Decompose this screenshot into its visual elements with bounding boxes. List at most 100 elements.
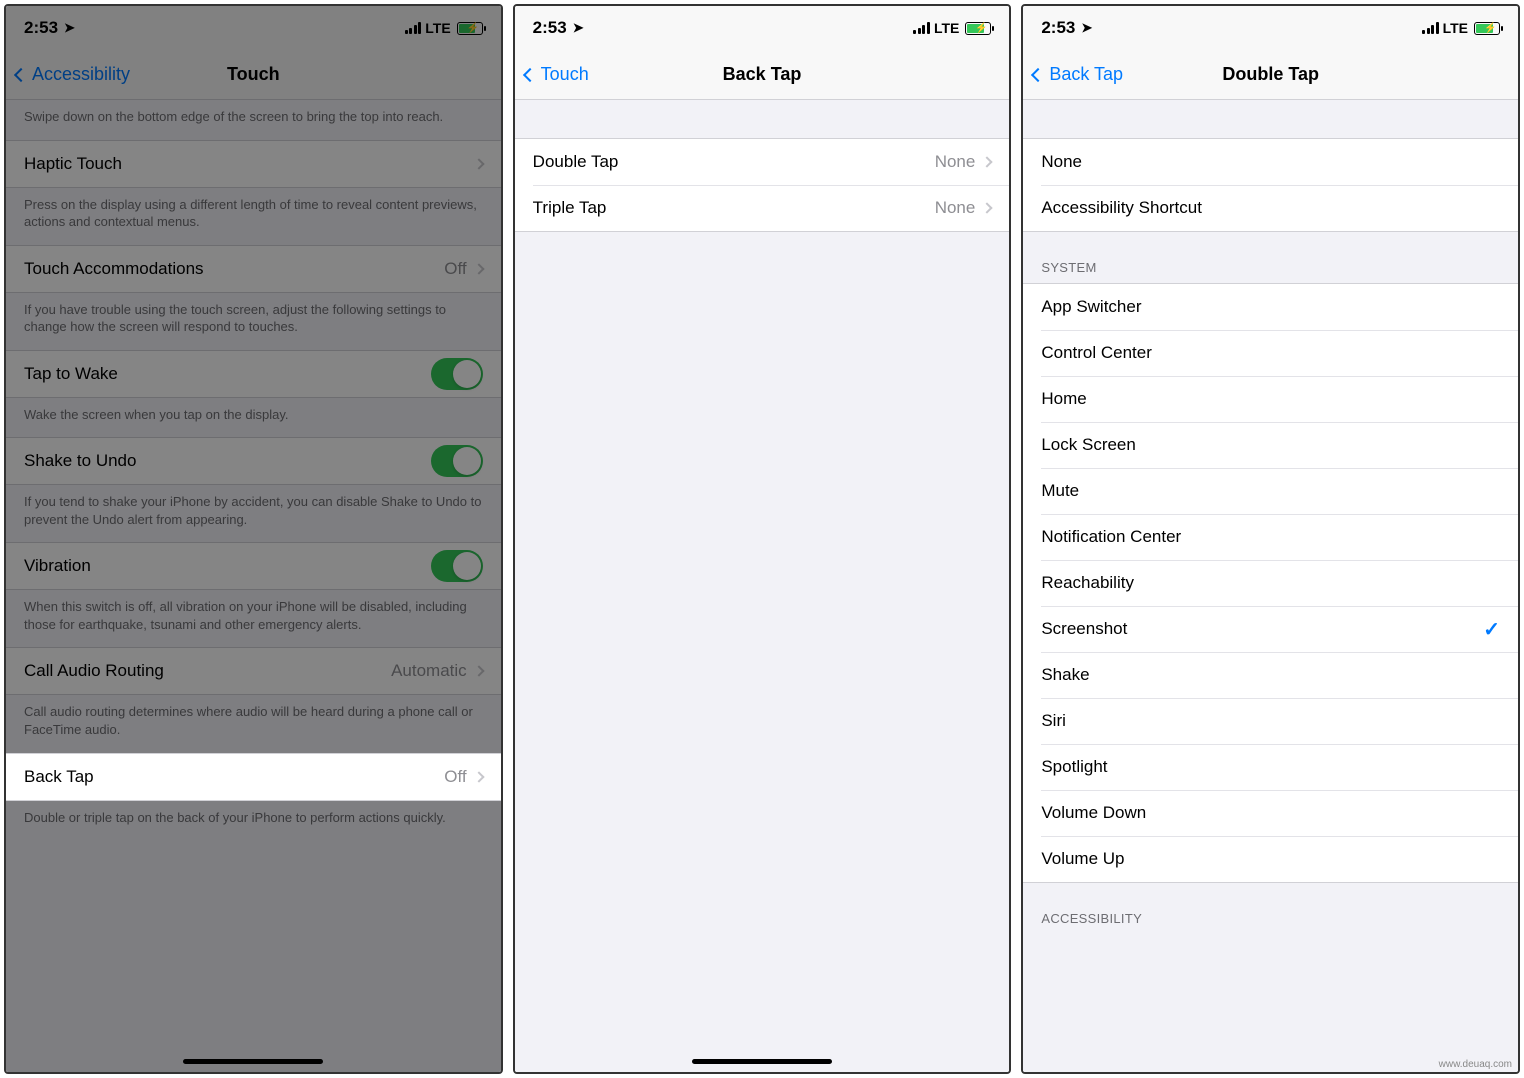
call-audio-routing-cell[interactable]: Call Audio Routing Automatic [6, 648, 501, 694]
haptic-touch-cell[interactable]: Haptic Touch [6, 141, 501, 187]
back-label: Touch [541, 64, 589, 85]
signal-icon [1422, 22, 1439, 34]
chevron-right-icon [982, 202, 993, 213]
status-time: 2:53 [24, 18, 58, 38]
status-time: 2:53 [533, 18, 567, 38]
scroll-content[interactable]: Swipe down on the bottom edge of the scr… [6, 100, 501, 1072]
option-reachability[interactable]: Reachability [1023, 560, 1518, 606]
chevron-right-icon [982, 156, 993, 167]
chevron-right-icon [473, 666, 484, 677]
option-shake[interactable]: Shake [1023, 652, 1518, 698]
option-home[interactable]: Home [1023, 376, 1518, 422]
screen-touch-settings: 2:53 ➤ LTE ⚡ Accessibility Touch Swipe d… [4, 4, 503, 1074]
vibration-footer: When this switch is off, all vibration o… [6, 590, 501, 647]
battery-icon: ⚡ [1474, 22, 1500, 35]
cell-label: Vibration [24, 556, 431, 576]
status-time: 2:53 [1041, 18, 1075, 38]
status-bar: 2:53 ➤ LTE ⚡ [515, 6, 1010, 50]
cell-label: Touch Accommodations [24, 259, 444, 279]
chevron-left-icon [1031, 67, 1045, 81]
chevron-right-icon [473, 263, 484, 274]
back-label: Accessibility [32, 64, 130, 85]
signal-icon [405, 22, 422, 34]
back-button[interactable]: Back Tap [1033, 64, 1123, 85]
page-title: Back Tap [515, 64, 1010, 85]
cell-label: Back Tap [24, 767, 444, 787]
toggle-switch[interactable] [431, 358, 483, 390]
nav-bar: Accessibility Touch [6, 50, 501, 100]
option-mute[interactable]: Mute [1023, 468, 1518, 514]
home-indicator[interactable] [183, 1059, 323, 1064]
battery-icon: ⚡ [457, 22, 483, 35]
back-button[interactable]: Accessibility [16, 64, 130, 85]
option-accessibility-shortcut[interactable]: Accessibility Shortcut [1023, 185, 1518, 231]
checkmark-icon: ✓ [1483, 617, 1500, 642]
double-tap-cell[interactable]: Double Tap None [515, 139, 1010, 185]
accommodations-footer: If you have trouble using the touch scre… [6, 293, 501, 350]
option-siri[interactable]: Siri [1023, 698, 1518, 744]
scroll-content[interactable]: Double Tap None Triple Tap None [515, 100, 1010, 1072]
option-app-switcher[interactable]: App Switcher [1023, 284, 1518, 330]
cell-label: None [1041, 152, 1500, 172]
accessibility-section-header: ACCESSIBILITY [1023, 883, 1518, 934]
vibration-cell[interactable]: Vibration [6, 543, 501, 589]
network-label: LTE [934, 20, 959, 36]
option-volume-down[interactable]: Volume Down [1023, 790, 1518, 836]
back-label: Back Tap [1049, 64, 1123, 85]
location-icon: ➤ [1081, 20, 1092, 36]
cell-label: Double Tap [533, 152, 935, 172]
network-label: LTE [1443, 20, 1468, 36]
tap-to-wake-cell[interactable]: Tap to Wake [6, 351, 501, 397]
chevron-right-icon [473, 771, 484, 782]
status-bar: 2:53 ➤ LTE ⚡ [6, 6, 501, 50]
triple-tap-cell[interactable]: Triple Tap None [515, 185, 1010, 231]
cell-value: Off [444, 259, 466, 279]
screen-back-tap: 2:53 ➤ LTE ⚡ Touch Back Tap Double Tap N… [513, 4, 1012, 1074]
cell-value: Off [444, 767, 466, 787]
home-indicator[interactable] [692, 1059, 832, 1064]
cell-label: Shake to Undo [24, 451, 431, 471]
cell-label: Call Audio Routing [24, 661, 391, 681]
system-section-header: SYSTEM [1023, 232, 1518, 283]
nav-bar: Touch Back Tap [515, 50, 1010, 100]
backtap-footer: Double or triple tap on the back of your… [6, 801, 501, 841]
cell-label: Tap to Wake [24, 364, 431, 384]
touch-accommodations-cell[interactable]: Touch Accommodations Off [6, 246, 501, 292]
cell-label: Accessibility Shortcut [1041, 198, 1500, 218]
scroll-content[interactable]: None Accessibility Shortcut SYSTEM App S… [1023, 100, 1518, 1072]
location-icon: ➤ [64, 20, 75, 36]
taptowake-footer: Wake the screen when you tap on the disp… [6, 398, 501, 438]
shake-to-undo-cell[interactable]: Shake to Undo [6, 438, 501, 484]
reachability-footer: Swipe down on the bottom edge of the scr… [6, 100, 501, 140]
shake-footer: If you tend to shake your iPhone by acci… [6, 485, 501, 542]
chevron-left-icon [14, 67, 28, 81]
chevron-left-icon [523, 67, 537, 81]
option-notification-center[interactable]: Notification Center [1023, 514, 1518, 560]
cell-value: None [935, 152, 976, 172]
battery-icon: ⚡ [965, 22, 991, 35]
back-tap-cell[interactable]: Back Tap Off [6, 754, 501, 800]
network-label: LTE [425, 20, 450, 36]
location-icon: ➤ [573, 20, 584, 36]
watermark: www.deuaq.com [1439, 1059, 1512, 1070]
haptic-footer: Press on the display using a different l… [6, 188, 501, 245]
option-spotlight[interactable]: Spotlight [1023, 744, 1518, 790]
toggle-switch[interactable] [431, 550, 483, 582]
back-button[interactable]: Touch [525, 64, 589, 85]
option-volume-up[interactable]: Volume Up [1023, 836, 1518, 882]
option-screenshot[interactable]: Screenshot ✓ [1023, 606, 1518, 652]
status-bar: 2:53 ➤ LTE ⚡ [1023, 6, 1518, 50]
chevron-right-icon [473, 158, 484, 169]
signal-icon [913, 22, 930, 34]
screen-double-tap: 2:53 ➤ LTE ⚡ Back Tap Double Tap None Ac… [1021, 4, 1520, 1074]
option-none[interactable]: None [1023, 139, 1518, 185]
cell-label: Triple Tap [533, 198, 935, 218]
cell-value: None [935, 198, 976, 218]
nav-bar: Back Tap Double Tap [1023, 50, 1518, 100]
cell-value: Automatic [391, 661, 467, 681]
cell-label: Haptic Touch [24, 154, 475, 174]
toggle-switch[interactable] [431, 445, 483, 477]
option-control-center[interactable]: Control Center [1023, 330, 1518, 376]
callrouting-footer: Call audio routing determines where audi… [6, 695, 501, 752]
option-lock-screen[interactable]: Lock Screen [1023, 422, 1518, 468]
